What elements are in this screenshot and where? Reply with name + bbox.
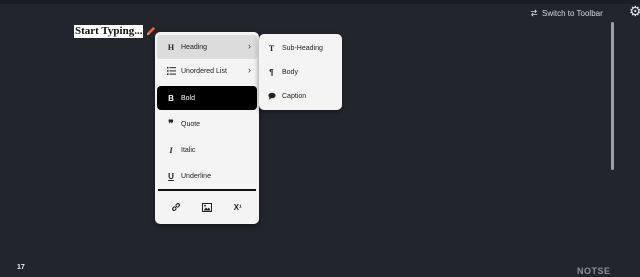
top-bar bbox=[0, 0, 640, 4]
editor-title[interactable]: Start Typing... bbox=[74, 25, 144, 38]
underline-icon: U bbox=[168, 171, 174, 181]
submenu-item-sub-heading[interactable]: T Sub-Heading bbox=[259, 37, 342, 59]
link-icon[interactable] bbox=[169, 200, 183, 214]
submenu-item-label: Sub-Heading bbox=[282, 44, 323, 52]
chevron-right-icon: › bbox=[248, 65, 251, 75]
menu-item-label: Bold bbox=[181, 94, 196, 102]
text-t-icon: T bbox=[268, 43, 275, 53]
list-icon bbox=[166, 66, 176, 76]
menu-item-bold[interactable]: B Bold bbox=[157, 86, 257, 110]
scrollbar[interactable] bbox=[611, 22, 614, 170]
menu-item-italic[interactable]: I Italic bbox=[157, 138, 257, 162]
heading-icon: H bbox=[167, 42, 175, 52]
menu-item-label: Heading bbox=[181, 43, 208, 51]
submenu-item-label: Caption bbox=[282, 92, 307, 100]
speech-bubble-icon bbox=[267, 92, 276, 101]
italic-icon: I bbox=[169, 145, 173, 155]
menu-item-label: Unordered List bbox=[181, 67, 227, 75]
menu-item-label: Quote bbox=[181, 120, 201, 128]
chevron-right-icon: › bbox=[248, 41, 251, 51]
menu-item-label: Italic bbox=[181, 146, 196, 154]
menu-item-heading[interactable]: H Heading › bbox=[157, 35, 257, 59]
swap-arrows-icon bbox=[530, 9, 538, 17]
insert-menu: H Heading › Unordered List › B Bold ❞ Qu… bbox=[155, 32, 259, 224]
menu-bottom-actions: X¹ bbox=[155, 198, 259, 216]
menu-item-unordered-list[interactable]: Unordered List › bbox=[157, 59, 257, 83]
bold-icon: B bbox=[168, 93, 174, 103]
brand-logo: NOTSE bbox=[577, 266, 611, 276]
switch-toolbar-button[interactable]: Switch to Toolbar bbox=[530, 6, 603, 20]
paragraph-icon: ¶ bbox=[269, 67, 274, 77]
menu-item-label: Underline bbox=[181, 172, 211, 180]
word-count: 17 bbox=[17, 264, 25, 271]
menu-divider bbox=[158, 189, 256, 191]
image-icon[interactable] bbox=[200, 200, 214, 214]
menu-item-quote[interactable]: ❞ Quote bbox=[157, 112, 257, 136]
submenu-item-label: Body bbox=[282, 68, 298, 76]
switch-toolbar-label: Switch to Toolbar bbox=[542, 8, 603, 18]
title-area[interactable]: Start Typing... bbox=[74, 24, 156, 39]
heading-submenu: T Sub-Heading ¶ Body Caption bbox=[259, 34, 342, 110]
superscript-icon[interactable]: X¹ bbox=[231, 200, 245, 214]
menu-item-underline[interactable]: U Underline bbox=[157, 164, 257, 188]
gear-icon[interactable]: ⚙ bbox=[629, 4, 640, 18]
quote-icon: ❞ bbox=[168, 118, 174, 130]
submenu-item-caption[interactable]: Caption bbox=[259, 85, 342, 107]
submenu-item-body[interactable]: ¶ Body bbox=[259, 61, 342, 83]
